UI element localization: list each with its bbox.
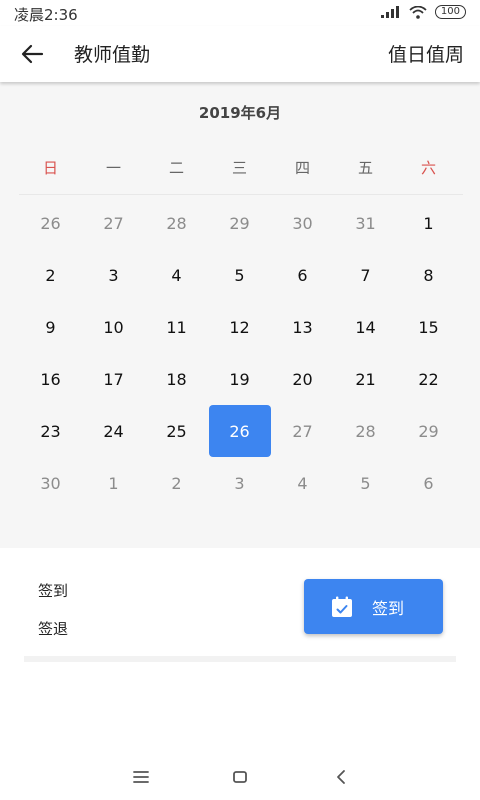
duty-week-button[interactable]: 值日值周 (388, 40, 464, 67)
back-icon[interactable] (330, 765, 354, 789)
calendar-day[interactable]: 30 (271, 197, 334, 249)
calendar-day[interactable]: 16 (19, 353, 82, 405)
back-arrow-icon[interactable] (18, 40, 46, 68)
weekday-label: 六 (420, 159, 436, 177)
weekday-label: 五 (357, 159, 373, 177)
calendar-week: 23 24 25 26 27 28 29 (19, 405, 463, 457)
calendar-day[interactable]: 18 (145, 353, 208, 405)
calendar-week: 26 27 28 29 30 31 1 (19, 197, 463, 249)
sign-in-status: 签到 (38, 582, 69, 600)
sign-out-status: 签退 (38, 620, 69, 638)
calendar-day[interactable]: 29 (208, 197, 271, 249)
calendar-day[interactable]: 17 (82, 353, 145, 405)
calendar-week: 2 3 4 5 6 7 8 (19, 249, 463, 301)
weekday-label: 四 (294, 159, 310, 177)
menu-icon[interactable] (129, 765, 153, 789)
calendar-day[interactable]: 20 (271, 353, 334, 405)
calendar-month-title: 2019年6月 (198, 104, 282, 122)
calendar-day[interactable]: 9 (19, 301, 82, 353)
sign-in-button-label: 签到 (372, 598, 405, 618)
sign-panel: 签到 签退 签到 (0, 548, 480, 668)
calendar-day[interactable]: 26 (19, 197, 82, 249)
calendar-day-selected[interactable]: 26 (208, 405, 271, 457)
app-bar: 教师值勤 值日值周 (0, 26, 480, 82)
home-icon[interactable] (228, 765, 252, 789)
calendar-day[interactable]: 6 (271, 249, 334, 301)
calendar-day[interactable]: 1 (82, 457, 145, 509)
calendar-day[interactable]: 12 (208, 301, 271, 353)
calendar-day[interactable]: 23 (19, 405, 82, 457)
selected-day-label: 26 (208, 405, 271, 457)
calendar-day[interactable]: 28 (334, 405, 397, 457)
calendar-day[interactable]: 4 (271, 457, 334, 509)
calendar-day[interactable]: 1 (397, 197, 460, 249)
calendar-day[interactable]: 28 (145, 197, 208, 249)
calendar-day[interactable]: 25 (145, 405, 208, 457)
calendar-day[interactable]: 29 (397, 405, 460, 457)
calendar-day[interactable]: 31 (334, 197, 397, 249)
calendar-day[interactable]: 6 (397, 457, 460, 509)
calendar-day[interactable]: 2 (145, 457, 208, 509)
weekday-header: 日 一 二 三 四 五 六 (19, 157, 463, 178)
battery-indicator: 100 (434, 5, 466, 19)
calendar-day[interactable]: 22 (397, 353, 460, 405)
calendar-day[interactable]: 27 (271, 405, 334, 457)
calendar-check-icon (332, 596, 352, 617)
calendar-day[interactable]: 4 (145, 249, 208, 301)
calendar-day[interactable]: 3 (82, 249, 145, 301)
calendar-week: 16 17 18 19 20 21 22 (19, 353, 463, 405)
calendar-day[interactable]: 24 (82, 405, 145, 457)
page-title: 教师值勤 (74, 44, 151, 66)
calendar: 2019年6月 日 一 二 三 四 五 六 26 27 28 29 30 31 … (0, 82, 480, 548)
section-divider (24, 656, 456, 662)
calendar-day[interactable]: 11 (145, 301, 208, 353)
calendar-day[interactable]: 21 (334, 353, 397, 405)
calendar-day[interactable]: 15 (397, 301, 460, 353)
weekday-label: 三 (231, 159, 247, 177)
weekday-label: 日 (42, 159, 58, 177)
status-icons: 100 (380, 5, 466, 19)
calendar-day[interactable]: 5 (334, 457, 397, 509)
system-nav-bar (0, 755, 480, 800)
calendar-day[interactable]: 14 (334, 301, 397, 353)
calendar-day[interactable]: 2 (19, 249, 82, 301)
calendar-day[interactable]: 7 (334, 249, 397, 301)
calendar-day[interactable]: 19 (208, 353, 271, 405)
calendar-divider (19, 194, 463, 195)
weekday-label: 一 (105, 159, 121, 177)
wifi-icon (409, 5, 427, 19)
calendar-day[interactable]: 10 (82, 301, 145, 353)
sign-in-button[interactable]: 签到 (304, 579, 443, 634)
calendar-day[interactable]: 8 (397, 249, 460, 301)
calendar-day[interactable]: 13 (271, 301, 334, 353)
calendar-week: 30 1 2 3 4 5 6 (19, 457, 463, 509)
calendar-grid: 26 27 28 29 30 31 1 2 3 4 5 6 7 8 9 10 1… (19, 197, 463, 509)
weekday-label: 二 (168, 159, 184, 177)
status-time: 凌晨2:36 (14, 6, 78, 24)
signal-icon (380, 6, 399, 18)
calendar-day[interactable]: 5 (208, 249, 271, 301)
calendar-day[interactable]: 3 (208, 457, 271, 509)
status-bar: 凌晨2:36 100 (0, 0, 480, 26)
calendar-day[interactable]: 30 (19, 457, 82, 509)
calendar-day[interactable]: 27 (82, 197, 145, 249)
calendar-week: 9 10 11 12 13 14 15 (19, 301, 463, 353)
